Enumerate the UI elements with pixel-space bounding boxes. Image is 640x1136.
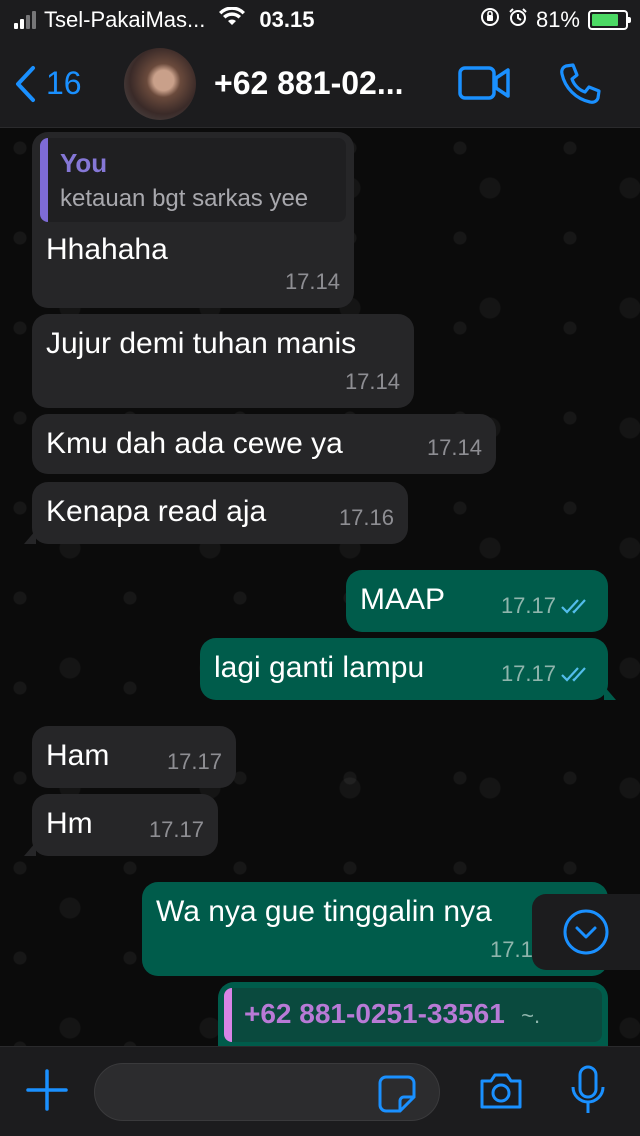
message-time: 17.17: [148, 817, 204, 842]
message-time: 17.14: [344, 369, 400, 394]
message-time: 17.14: [426, 435, 482, 460]
status-bar: Tsel-PakaiMas... 03.15 81%: [0, 0, 640, 40]
battery-percent: 81%: [535, 7, 580, 32]
message-time: 17.1: [490, 937, 533, 962]
voice-message-button[interactable]: [570, 1065, 606, 1122]
quoted-message[interactable]: +62 881-0251-33561 ~.: [224, 988, 602, 1042]
message-text: Jujur demi tuhan manis: [46, 327, 357, 360]
read-ticks-icon: [561, 599, 586, 614]
message-time-text: 17.17: [500, 661, 556, 686]
chevron-down-circle-icon: [563, 909, 609, 955]
read-ticks-icon: [561, 667, 586, 682]
message-time: 17.17: [166, 749, 222, 774]
signal-strength-icon: [14, 11, 36, 29]
message-text: Wa nya gue tinggalin nya: [156, 895, 492, 928]
back-button[interactable]: 16: [14, 65, 124, 103]
attach-button[interactable]: [26, 1069, 68, 1116]
carrier-name: Tsel-PakaiMas...: [44, 7, 206, 32]
quoted-author: You: [60, 148, 108, 178]
message-outgoing[interactable]: +62 881-0251-33561 ~.: [218, 982, 608, 1046]
microphone-icon: [571, 1065, 605, 1113]
sticker-button[interactable]: [378, 1075, 416, 1118]
chat-area[interactable]: You ketauan bgt sarkas yee Hhahaha 17.14…: [0, 128, 640, 1046]
plus-icon: [26, 1069, 68, 1111]
quoted-message[interactable]: You ketauan bgt sarkas yee: [40, 138, 346, 222]
video-call-button[interactable]: [458, 64, 512, 107]
camera-button[interactable]: [478, 1071, 524, 1116]
sticker-icon: [378, 1075, 416, 1113]
rotation-lock-icon: [480, 7, 500, 33]
unread-count: 16: [46, 65, 82, 101]
message-text: Kmu dah ada cewe ya: [46, 427, 343, 460]
message-incoming[interactable]: Hm 17.17: [24, 794, 218, 856]
clock: 03.15: [259, 7, 315, 32]
quoted-author-suffix: ~.: [521, 1003, 541, 1028]
message-incoming[interactable]: Ham 17.17: [32, 726, 236, 788]
video-call-icon: [458, 66, 510, 100]
message-time: 17.16: [338, 505, 394, 530]
message-incoming[interactable]: You ketauan bgt sarkas yee Hhahaha 17.14: [32, 132, 354, 308]
message-time: 17.17: [501, 654, 594, 694]
message-outgoing[interactable]: MAAP 17.17: [346, 570, 608, 632]
quoted-text: ketauan bgt sarkas yee: [60, 185, 309, 212]
camera-icon: [480, 1073, 522, 1109]
message-time-text: 17.17: [500, 593, 556, 618]
message-incoming[interactable]: Kmu dah ada cewe ya 17.14: [32, 414, 496, 474]
message-time: 17.17: [501, 586, 594, 626]
message-incoming[interactable]: Jujur demi tuhan manis 17.14: [32, 314, 414, 408]
chat-header: 16 +62 881-02...: [0, 40, 640, 128]
chevron-left-icon: [16, 65, 35, 102]
scroll-to-bottom-button[interactable]: [532, 894, 640, 970]
contact-name[interactable]: +62 881-02...: [214, 65, 424, 102]
wifi-icon: [219, 6, 246, 33]
message-incoming[interactable]: Kenapa read aja 17.16: [24, 482, 408, 544]
alarm-icon: [508, 7, 528, 33]
message-input-bar: [0, 1046, 640, 1136]
message-outgoing[interactable]: lagi ganti lampu 17.17: [200, 638, 616, 700]
voice-call-button[interactable]: [558, 62, 602, 111]
phone-icon: [560, 63, 601, 104]
contact-avatar[interactable]: [124, 47, 196, 120]
message-time: 17.14: [284, 269, 340, 294]
quoted-author: +62 881-0251-33561: [244, 998, 505, 1029]
battery-icon: [588, 10, 631, 30]
